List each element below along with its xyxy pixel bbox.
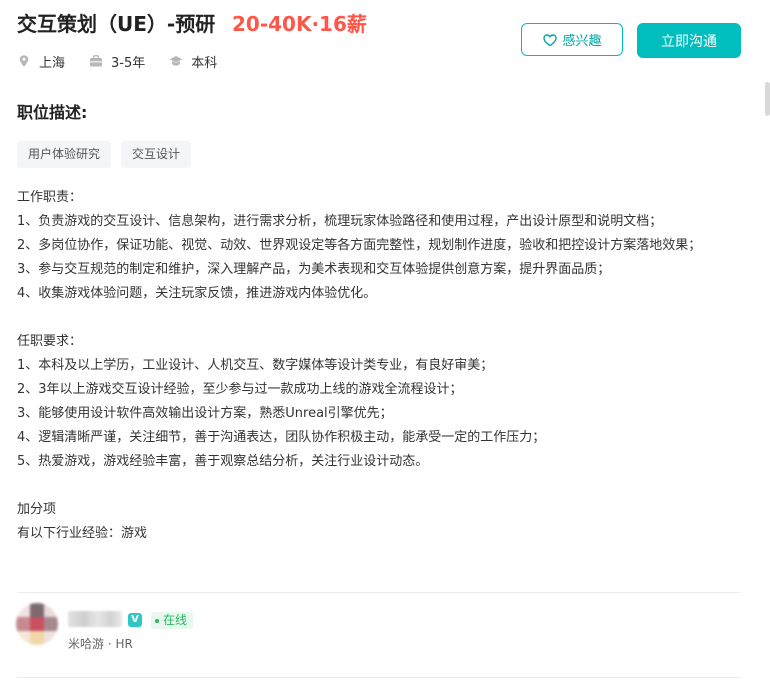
- recruiter-name-blurred: [68, 611, 122, 627]
- bonus-text: 有以下行业经验：游戏: [17, 526, 148, 541]
- scrollbar-thumb[interactable]: [765, 82, 770, 116]
- verified-badge: V: [128, 613, 142, 627]
- requirement-item: 1、本科及以上学历，工业设计、人机交互、数字媒体等设计类专业，有良好审美；: [17, 358, 494, 373]
- skill-tags: 用户体验研究 交互设计: [17, 141, 201, 168]
- meta-education: 本科: [169, 52, 217, 71]
- requirement-item: 5、热爱游戏，游戏经验丰富，善于观察总结分析，关注行业设计动态。: [17, 454, 429, 469]
- job-description-body: 工作职责： 1、负责游戏的交互设计、信息架构，进行需求分析，梳理玩家体验路径和使…: [17, 186, 744, 546]
- heart-icon: [543, 33, 558, 46]
- requirement-item: 3、能够使用设计软件高效输出设计方案，熟悉Unreal引擎优先；: [17, 406, 393, 421]
- online-dot-icon: [155, 618, 159, 623]
- recruiter-avatar[interactable]: [16, 603, 58, 645]
- chat-now-button[interactable]: 立即沟通: [637, 23, 741, 58]
- responsibility-item: 3、参与交互规范的制定和维护，深入理解产品，为美术表现和交互体验提供创意方案，提…: [17, 262, 611, 277]
- recruiter-company-role: 米哈游 · HR: [68, 637, 133, 651]
- interest-button-label: 感兴趣: [562, 34, 602, 49]
- responsibilities-heading: 工作职责：: [17, 190, 83, 205]
- job-meta: 上海 3-5年 本科: [17, 50, 241, 72]
- skill-tag: 用户体验研究: [17, 141, 112, 168]
- location-pin-icon: [17, 54, 31, 68]
- job-title: 交互策划（UE）-预研: [17, 12, 216, 36]
- salary: 20-40K·16薪: [232, 12, 367, 36]
- divider: [17, 677, 741, 678]
- skill-tag: 交互设计: [121, 141, 192, 168]
- meta-location-text: 上海: [39, 55, 66, 71]
- job-detail-page: 交互策划（UE）-预研 20-40K·16薪 上海 3-5年 本科 感兴趣 立即…: [0, 0, 770, 683]
- responsibility-item: 4、收集游戏体验问题，关注玩家反馈，推进游戏内体验优化。: [17, 286, 377, 301]
- meta-experience: 3-5年: [89, 52, 145, 71]
- chat-now-button-label: 立即沟通: [661, 33, 717, 50]
- requirements-heading: 任职要求：: [17, 334, 83, 349]
- divider: [17, 592, 741, 593]
- graduation-cap-icon: [169, 54, 183, 68]
- bonus-heading: 加分项: [17, 502, 57, 517]
- meta-location: 上海: [17, 52, 65, 71]
- meta-education-text: 本科: [191, 55, 218, 71]
- interest-button[interactable]: 感兴趣: [521, 23, 623, 56]
- briefcase-icon: [89, 54, 103, 68]
- section-title-description: 职位描述:: [17, 103, 88, 122]
- meta-experience-text: 3-5年: [111, 55, 146, 71]
- requirement-item: 2、3年以上游戏交互设计经验，至少参与过一款成功上线的游戏全流程设计；: [17, 382, 463, 397]
- responsibility-item: 2、多岗位协作，保证功能、视觉、动效、世界观设定等各方面完整性，规划制作进度，验…: [17, 238, 702, 253]
- online-status-badge: 在线: [151, 612, 194, 629]
- responsibility-item: 1、负责游戏的交互设计、信息架构，进行需求分析，梳理玩家体验路径和使用过程，产出…: [17, 214, 663, 229]
- requirement-item: 4、逻辑清晰严谨，关注细节，善于沟通表达，团队协作积极主动，能承受一定的工作压力…: [17, 430, 546, 445]
- online-status-text: 在线: [163, 613, 188, 627]
